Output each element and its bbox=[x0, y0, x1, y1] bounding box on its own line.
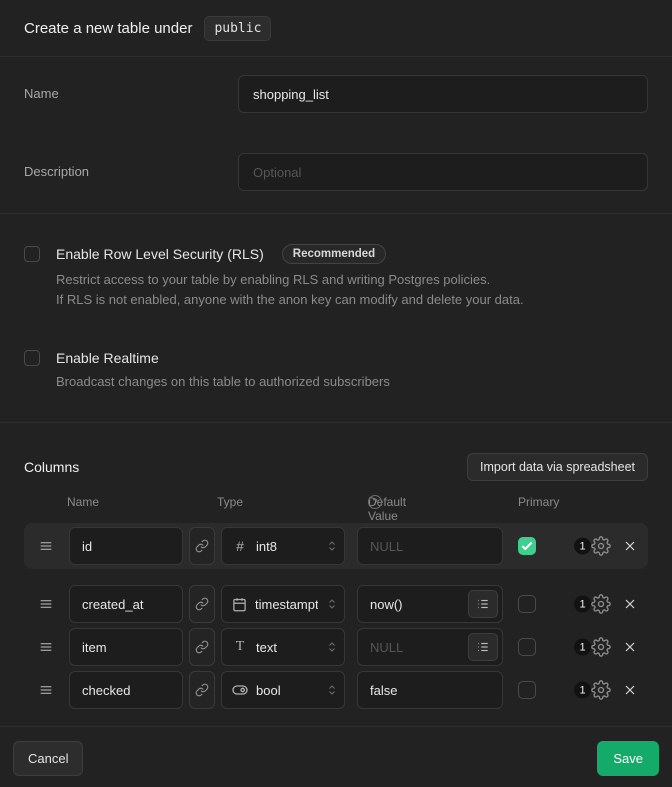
header-primary: Primary bbox=[518, 495, 559, 509]
columns-title: Columns bbox=[24, 459, 79, 475]
list-icon bbox=[476, 597, 490, 611]
column-row-item: T text 1 bbox=[24, 628, 648, 666]
column-row-highlight: # int8 1 bbox=[24, 523, 648, 569]
primary-key-checkbox[interactable] bbox=[518, 681, 536, 699]
table-name-input[interactable] bbox=[238, 75, 648, 113]
gear-icon bbox=[591, 680, 611, 700]
close-icon bbox=[622, 639, 638, 655]
header-type: Type bbox=[217, 495, 243, 509]
table-description-input[interactable] bbox=[238, 153, 648, 191]
remove-column-button[interactable] bbox=[622, 538, 638, 554]
column-row-id: # int8 1 bbox=[24, 527, 648, 565]
table-options-section: Enable Row Level Security (RLS) Recommen… bbox=[0, 214, 672, 422]
close-icon bbox=[622, 596, 638, 612]
chevron-up-down-icon bbox=[326, 684, 338, 696]
default-suggestions-button[interactable] bbox=[468, 590, 498, 618]
column-settings-button[interactable]: 1 bbox=[576, 536, 616, 556]
foreign-key-icon[interactable] bbox=[189, 527, 215, 565]
gear-icon bbox=[591, 536, 611, 556]
realtime-checkbox[interactable] bbox=[24, 350, 40, 366]
hash-icon: # bbox=[232, 538, 248, 554]
foreign-key-icon[interactable] bbox=[189, 671, 215, 709]
column-default-input[interactable] bbox=[357, 671, 503, 709]
settings-count-badge: 1 bbox=[574, 682, 591, 699]
column-settings-button[interactable]: 1 bbox=[576, 594, 616, 614]
column-type-select[interactable]: T text bbox=[221, 628, 345, 666]
recommended-badge: Recommended bbox=[282, 244, 386, 264]
column-type-select[interactable]: timestamptz bbox=[221, 585, 345, 623]
foreign-key-icon[interactable] bbox=[189, 628, 215, 666]
chevron-up-down-icon bbox=[326, 641, 338, 653]
create-table-dialog: Create a new table under public Name Des… bbox=[0, 0, 672, 787]
schema-badge: public bbox=[204, 16, 271, 41]
settings-count-badge: 1 bbox=[574, 639, 591, 656]
calendar-icon bbox=[232, 597, 247, 612]
foreign-key-icon[interactable] bbox=[189, 585, 215, 623]
realtime-description: Broadcast changes on this table to autho… bbox=[56, 372, 648, 392]
drag-handle-icon[interactable] bbox=[38, 639, 54, 655]
columns-section: Columns Import data via spreadsheet Name… bbox=[0, 423, 672, 726]
column-row-checked: bool 1 bbox=[24, 671, 648, 709]
chevron-up-down-icon bbox=[326, 598, 338, 610]
default-suggestions-button[interactable] bbox=[468, 633, 498, 661]
description-label: Description bbox=[24, 153, 238, 179]
columns-table-header: Name Type Default Value ? Primary bbox=[24, 495, 648, 511]
rls-description: Restrict access to your table by enablin… bbox=[56, 270, 648, 310]
name-label: Name bbox=[24, 75, 238, 101]
drag-handle-icon[interactable] bbox=[38, 538, 54, 554]
column-default-input bbox=[357, 527, 503, 565]
help-icon[interactable]: ? bbox=[368, 495, 382, 509]
column-settings-button[interactable]: 1 bbox=[576, 680, 616, 700]
dialog-title: Create a new table under bbox=[24, 20, 192, 37]
column-name-input[interactable] bbox=[69, 628, 183, 666]
cancel-button[interactable]: Cancel bbox=[13, 741, 83, 776]
column-row-created-at: timestamptz 1 bbox=[24, 585, 648, 623]
table-info-section: Name Description bbox=[0, 57, 672, 213]
remove-column-button[interactable] bbox=[622, 596, 638, 612]
primary-key-checkbox[interactable] bbox=[518, 537, 536, 555]
gear-icon bbox=[591, 637, 611, 657]
close-icon bbox=[622, 682, 638, 698]
primary-key-checkbox[interactable] bbox=[518, 638, 536, 656]
close-icon bbox=[622, 538, 638, 554]
settings-count-badge: 1 bbox=[574, 596, 591, 613]
drag-handle-icon[interactable] bbox=[38, 682, 54, 698]
drag-handle-icon[interactable] bbox=[38, 596, 54, 612]
column-name-input[interactable] bbox=[69, 527, 183, 565]
settings-count-badge: 1 bbox=[574, 538, 591, 555]
dialog-footer: Cancel Save bbox=[0, 727, 672, 787]
remove-column-button[interactable] bbox=[622, 639, 638, 655]
list-icon bbox=[476, 640, 490, 654]
header-name: Name bbox=[67, 495, 99, 509]
dialog-header: Create a new table under public bbox=[0, 0, 672, 56]
column-settings-button[interactable]: 1 bbox=[576, 637, 616, 657]
column-name-input[interactable] bbox=[69, 671, 183, 709]
text-type-icon: T bbox=[232, 639, 248, 655]
save-button[interactable]: Save bbox=[597, 741, 659, 776]
column-type-select[interactable]: bool bbox=[221, 671, 345, 709]
remove-column-button[interactable] bbox=[622, 682, 638, 698]
rls-label: Enable Row Level Security (RLS) bbox=[56, 246, 264, 262]
column-type-select[interactable]: # int8 bbox=[221, 527, 345, 565]
column-name-input[interactable] bbox=[69, 585, 183, 623]
rls-checkbox[interactable] bbox=[24, 246, 40, 262]
primary-key-checkbox[interactable] bbox=[518, 595, 536, 613]
realtime-label: Enable Realtime bbox=[56, 350, 159, 366]
chevron-up-down-icon bbox=[326, 540, 338, 552]
gear-icon bbox=[591, 594, 611, 614]
import-spreadsheet-button[interactable]: Import data via spreadsheet bbox=[467, 453, 648, 481]
boolean-toggle-icon bbox=[232, 682, 248, 698]
